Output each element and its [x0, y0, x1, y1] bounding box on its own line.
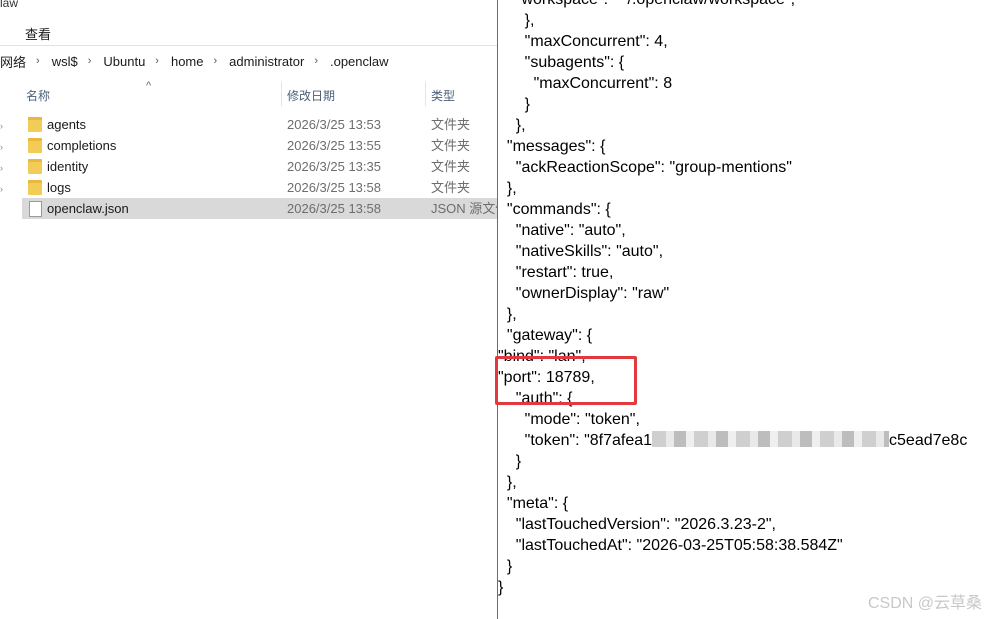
file-type: 文件夹: [431, 159, 471, 174]
editor-content[interactable]: "workspace": "~/.openclaw/workspace", },…: [498, 0, 967, 598]
pin-icon[interactable]: ›: [0, 142, 3, 152]
file-row-completions[interactable]: completions 2026/3/25 13:55 文件夹: [22, 135, 498, 156]
code-line: "restart": true,: [498, 264, 614, 281]
file-explorer: law 查看 网络 › wsl$ › Ubuntu › home › admin…: [0, 0, 508, 619]
code-line: },: [498, 306, 517, 323]
file-type: 文件夹: [431, 180, 471, 195]
chevron-right-icon[interactable]: ›: [36, 55, 40, 67]
file-name: agents: [47, 117, 87, 132]
json-file-icon: [29, 201, 42, 217]
breadcrumb-network[interactable]: 网络: [0, 52, 26, 71]
chevron-right-icon[interactable]: ›: [88, 55, 92, 67]
column-divider[interactable]: [281, 82, 282, 106]
code-line: "commands": {: [498, 201, 611, 218]
file-list: agents 2026/3/25 13:53 文件夹 completions 2…: [22, 114, 508, 219]
file-row-logs[interactable]: logs 2026/3/25 13:58 文件夹: [22, 177, 498, 198]
code-line: },: [498, 180, 517, 197]
chevron-right-icon[interactable]: ›: [214, 55, 218, 67]
code-line: }: [498, 96, 531, 113]
pin-icon[interactable]: ›: [0, 163, 3, 173]
chevron-right-icon[interactable]: ›: [314, 55, 318, 67]
file-modified: 2026/3/25 13:55: [287, 138, 381, 153]
code-line: "messages": {: [498, 138, 606, 155]
code-line: "lastTouchedVersion": "2026.3.23-2",: [498, 516, 776, 533]
file-type: 文件夹: [431, 117, 471, 132]
pin-icon[interactable]: ›: [0, 184, 3, 194]
menu-divider: [0, 45, 498, 46]
file-row-agents[interactable]: agents 2026/3/25 13:53 文件夹: [22, 114, 498, 135]
column-divider[interactable]: [425, 82, 426, 106]
menu-view[interactable]: 查看: [25, 24, 51, 43]
breadcrumb-administrator[interactable]: administrator: [229, 54, 304, 69]
folder-icon: [28, 159, 42, 174]
column-name[interactable]: 名称: [26, 87, 50, 104]
code-line: }: [498, 558, 513, 575]
sort-ascending-icon: ^: [146, 80, 152, 92]
breadcrumb-home[interactable]: home: [171, 54, 204, 69]
code-line: },: [498, 474, 517, 491]
code-line: "workspace": "~/.openclaw/workspace",: [498, 0, 967, 10]
code-line: "subagents": {: [498, 54, 625, 71]
redacted-token: [652, 431, 890, 447]
code-line: "lastTouchedAt": "2026-03-25T05:58:38.58…: [498, 537, 843, 554]
file-modified: 2026/3/25 13:58: [287, 180, 381, 195]
folder-icon: [28, 180, 42, 195]
token-suffix: c5ead7e8c: [889, 432, 968, 449]
pin-icon[interactable]: ›: [0, 121, 3, 131]
code-line: "ownerDisplay": "raw": [498, 285, 670, 302]
window-title: law: [0, 0, 19, 10]
file-name: completions: [47, 138, 117, 153]
code-line: "maxConcurrent": 4,: [498, 33, 668, 50]
code-line: "meta": {: [498, 495, 569, 512]
file-name: logs: [47, 180, 71, 195]
folder-icon: [28, 138, 42, 153]
file-name: identity: [47, 159, 89, 174]
file-modified: 2026/3/25 13:58: [287, 201, 381, 216]
code-line: "gateway": {: [498, 327, 593, 344]
code-line: }: [498, 453, 522, 470]
file-row-openclaw-json[interactable]: openclaw.json 2026/3/25 13:58 JSON 源文件: [22, 198, 508, 219]
breadcrumb[interactable]: 网络 › wsl$ › Ubuntu › home › administrato…: [0, 50, 498, 72]
text-editor[interactable]: "workspace": "~/.openclaw/workspace", },…: [497, 0, 986, 619]
code-line: "maxConcurrent": 8: [498, 75, 673, 92]
file-name: openclaw.json: [47, 201, 129, 216]
code-line: "mode": "token",: [498, 411, 640, 428]
code-line: "native": "auto",: [498, 222, 626, 239]
code-line: },: [498, 117, 526, 134]
breadcrumb-openclaw[interactable]: .openclaw: [330, 54, 389, 69]
chevron-right-icon[interactable]: ›: [155, 55, 159, 67]
watermark: CSDN @云草桑: [867, 595, 982, 612]
column-type[interactable]: 类型: [431, 87, 455, 104]
code-line: },: [498, 12, 535, 29]
code-line: "nativeSkills": "auto",: [498, 243, 664, 260]
token-prefix: "token": "8f7afea1: [498, 432, 653, 449]
file-modified: 2026/3/25 13:53: [287, 117, 381, 132]
breadcrumb-wsl[interactable]: wsl$: [52, 54, 78, 69]
file-row-identity[interactable]: identity 2026/3/25 13:35 文件夹: [22, 156, 498, 177]
breadcrumb-ubuntu[interactable]: Ubuntu: [103, 54, 145, 69]
file-modified: 2026/3/25 13:35: [287, 159, 381, 174]
code-line: "ackReactionScope": "group-mentions": [498, 159, 792, 176]
column-header: ^ 名称 修改日期 类型: [0, 80, 498, 108]
highlight-annotation-box: [495, 356, 637, 405]
code-line-token: "token": "8f7afea1 c5ead7e8c: [498, 430, 967, 451]
file-type: 文件夹: [431, 138, 471, 153]
folder-icon: [28, 117, 42, 132]
column-modified[interactable]: 修改日期: [287, 87, 335, 104]
